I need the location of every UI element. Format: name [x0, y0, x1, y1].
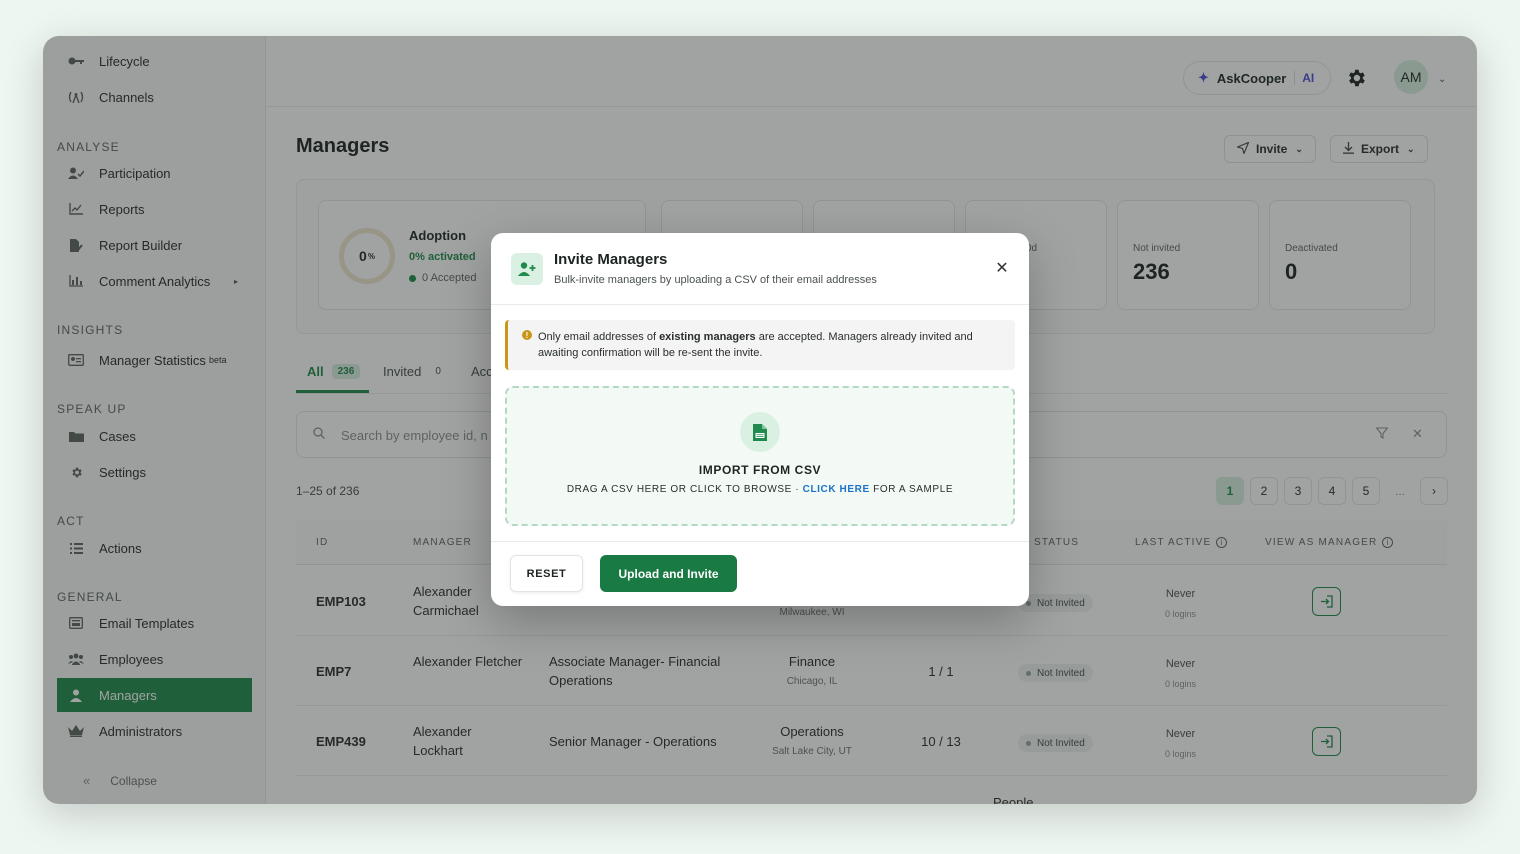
user-plus-icon: [511, 253, 543, 285]
dropzone-heading: IMPORT FROM CSV: [698, 463, 822, 477]
close-icon[interactable]: ✕: [994, 261, 1010, 277]
notice-bold: existing managers: [659, 331, 756, 343]
app-window: Lifecycle Channels ANALYSE Participation…: [43, 36, 1477, 804]
csv-file-icon: [740, 412, 780, 452]
sample-csv-link[interactable]: CLICK HERE: [803, 484, 870, 495]
warning-info-icon: !: [522, 330, 532, 340]
reset-button[interactable]: RESET: [510, 555, 583, 592]
modal-title: Invite Managers: [554, 251, 668, 268]
info-notice: ! Only email addresses of existing manag…: [505, 320, 1015, 370]
upload-and-invite-button[interactable]: Upload and Invite: [600, 555, 737, 592]
dropzone-instruction: DRAG A CSV HERE OR CLICK TO BROWSE ·: [566, 484, 803, 495]
modal-subtitle: Bulk-invite managers by uploading a CSV …: [554, 274, 877, 286]
invite-managers-modal: Invite Managers Bulk-invite managers by …: [491, 233, 1029, 606]
notice-prefix: Only email addresses of: [538, 331, 660, 343]
divider: [491, 541, 1029, 542]
notice-text: Only email addresses of existing manager…: [538, 329, 1008, 361]
divider: [491, 304, 1029, 305]
csv-dropzone[interactable]: IMPORT FROM CSV DRAG A CSV HERE OR CLICK…: [505, 386, 1015, 526]
dropzone-text: DRAG A CSV HERE OR CLICK TO BROWSE · CLI…: [507, 484, 1013, 495]
dropzone-suffix: FOR A SAMPLE: [869, 484, 954, 495]
